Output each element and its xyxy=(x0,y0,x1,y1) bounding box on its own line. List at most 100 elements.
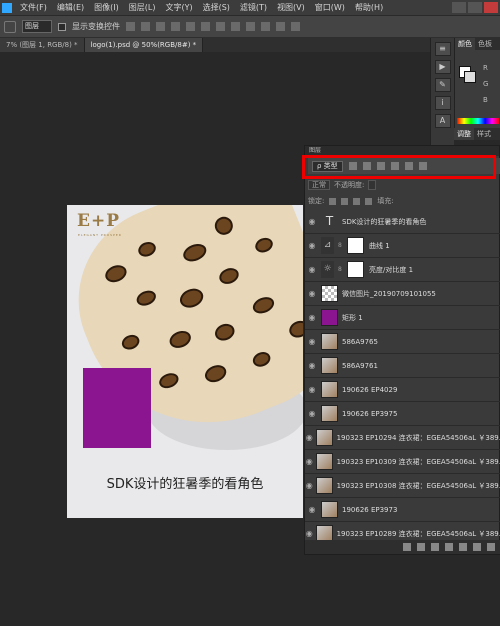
layer-name[interactable]: 亮度/对比度 1 xyxy=(369,265,413,275)
menu-layer[interactable]: 图层(L) xyxy=(124,2,161,13)
align-bottom-icon[interactable] xyxy=(156,22,165,31)
distribute-center-icon[interactable] xyxy=(231,22,240,31)
menu-help[interactable]: 帮助(H) xyxy=(350,2,388,13)
auto-select-dropdown[interactable]: 图层 xyxy=(22,20,52,33)
menu-edit[interactable]: 编辑(E) xyxy=(52,2,89,13)
opacity-field[interactable] xyxy=(368,180,377,190)
layer-row[interactable]: ◉ 190323 EP10289 连衣裙：EGEA54506aL ￥389. xyxy=(305,522,500,540)
new-layer-icon[interactable] xyxy=(473,543,481,551)
layer-name[interactable]: 586A9761 xyxy=(342,362,378,370)
layer-thumbnail[interactable] xyxy=(321,357,338,374)
3d-rotate-icon[interactable] xyxy=(276,22,285,31)
minimize-button[interactable] xyxy=(452,2,466,13)
visibility-eye-icon[interactable]: ◉ xyxy=(305,529,314,538)
layer-name[interactable]: 190323 EP10308 连衣裙：EGEA54506aL ￥389. xyxy=(337,481,500,491)
layer-row[interactable]: ◉ 矩形 1 xyxy=(305,306,500,330)
layer-thumbnail[interactable] xyxy=(315,429,333,446)
layer-name[interactable]: 190626 EP4029 xyxy=(342,386,397,394)
layer-thumbnail[interactable] xyxy=(321,285,338,302)
menu-type[interactable]: 文字(Y) xyxy=(160,2,197,13)
layer-row[interactable]: ◉ 586A9765 xyxy=(305,330,500,354)
layer-row[interactable]: ◉ 190626 EP3975 xyxy=(305,402,500,426)
visibility-eye-icon[interactable]: ◉ xyxy=(305,457,314,466)
visibility-eye-icon[interactable]: ◉ xyxy=(305,481,314,490)
photoshop-logo-icon[interactable] xyxy=(2,2,12,13)
layer-thumbnail[interactable]: ⊿ xyxy=(321,237,334,254)
brush-preset-icon[interactable]: ✎ xyxy=(434,78,451,92)
tab-adjustments[interactable]: 调整 xyxy=(454,128,474,140)
layer-row[interactable]: ◉ T SDK设计的狂暑季的看角色 xyxy=(305,210,500,234)
document-canvas[interactable]: E+P ELEGANT PROSPER SDK设计的狂暑季的看角色 xyxy=(67,205,303,518)
layer-thumbnail[interactable] xyxy=(321,333,338,350)
layer-row[interactable]: ◉ 190323 EP10308 连衣裙：EGEA54506aL ￥389. xyxy=(305,474,500,498)
layer-name[interactable]: 矩形 1 xyxy=(342,313,363,323)
align-middle-icon[interactable] xyxy=(141,22,150,31)
layer-thumbnail[interactable] xyxy=(315,525,333,540)
3d-mode-icon[interactable] xyxy=(261,22,270,31)
visibility-eye-icon[interactable]: ◉ xyxy=(305,505,319,514)
3d-pan-icon[interactable] xyxy=(291,22,300,31)
mask-link-icon[interactable]: 8 xyxy=(338,266,344,273)
layer-row[interactable]: ◉ 190626 EP3973 xyxy=(305,498,500,522)
visibility-eye-icon[interactable]: ◉ xyxy=(305,361,319,370)
blend-mode-dropdown[interactable]: 正常 xyxy=(308,180,330,190)
menu-file[interactable]: 文件(F) xyxy=(15,2,52,13)
tab-swatches[interactable]: 色板 xyxy=(475,38,495,50)
layer-thumbnail[interactable] xyxy=(321,381,338,398)
add-mask-icon[interactable] xyxy=(431,543,439,551)
layer-row[interactable]: ◉ 190323 EP10294 连衣裙：EGEA54506aL ￥389. xyxy=(305,426,500,450)
layer-name[interactable]: 190323 EP10289 连衣裙：EGEA54506aL ￥389. xyxy=(337,529,500,539)
layer-name[interactable]: 190626 EP3975 xyxy=(342,410,397,418)
lock-position-icon[interactable] xyxy=(353,197,361,205)
layer-name[interactable]: 586A9765 xyxy=(342,338,378,346)
tab-logo-psd[interactable]: logo(1).psd @ 50%(RGB/8#) * xyxy=(84,38,204,52)
layer-row[interactable]: ◉ 190323 EP10309 连衣裙：EGEA54506aL ￥389. xyxy=(305,450,500,474)
distribute-bottom-icon[interactable] xyxy=(246,22,255,31)
link-layers-icon[interactable] xyxy=(403,543,411,551)
visibility-eye-icon[interactable]: ◉ xyxy=(305,409,319,418)
info-icon[interactable]: i xyxy=(434,96,451,110)
history-icon[interactable]: ≡ xyxy=(434,42,451,56)
lock-transparent-icon[interactable] xyxy=(329,197,337,205)
new-adjustment-icon[interactable] xyxy=(445,543,453,551)
maximize-button[interactable] xyxy=(468,2,482,13)
layer-name[interactable]: SDK设计的狂暑季的看角色 xyxy=(342,217,426,227)
color-spectrum[interactable] xyxy=(457,118,499,124)
layer-mask-thumbnail[interactable] xyxy=(347,237,364,254)
delete-layer-icon[interactable] xyxy=(487,543,495,551)
layer-thumbnail[interactable] xyxy=(321,405,338,422)
background-color-swatch[interactable] xyxy=(464,71,476,83)
layer-thumbnail[interactable]: T xyxy=(321,213,338,230)
visibility-eye-icon[interactable]: ◉ xyxy=(305,337,319,346)
layer-mask-thumbnail[interactable] xyxy=(347,261,364,278)
character-icon[interactable]: A xyxy=(434,114,451,128)
visibility-eye-icon[interactable]: ◉ xyxy=(305,289,319,298)
visibility-eye-icon[interactable]: ◉ xyxy=(305,433,314,442)
layer-name[interactable]: 190323 EP10294 连衣裙：EGEA54506aL ￥389. xyxy=(337,433,500,443)
align-left-icon[interactable] xyxy=(171,22,180,31)
play-action-icon[interactable]: ▶ xyxy=(434,60,451,74)
layer-row[interactable]: ◉ ⊿ 8 曲线 1 xyxy=(305,234,500,258)
menu-select[interactable]: 选择(S) xyxy=(198,2,235,13)
layer-thumbnail[interactable] xyxy=(315,453,333,470)
visibility-eye-icon[interactable]: ◉ xyxy=(305,241,319,250)
layer-thumbnail[interactable] xyxy=(321,309,338,326)
layer-row[interactable]: ◉ ☼ 8 亮度/对比度 1 xyxy=(305,258,500,282)
align-top-icon[interactable] xyxy=(126,22,135,31)
layer-thumbnail[interactable] xyxy=(321,501,338,518)
visibility-eye-icon[interactable]: ◉ xyxy=(305,313,319,322)
menu-view[interactable]: 视图(V) xyxy=(272,2,310,13)
lock-all-icon[interactable] xyxy=(365,197,373,205)
layer-name[interactable]: 190323 EP10309 连衣裙：EGEA54506aL ￥389. xyxy=(337,457,500,467)
mask-link-icon[interactable]: 8 xyxy=(338,242,344,249)
menu-image[interactable]: 图像(I) xyxy=(89,2,124,13)
tab-document-1[interactable]: 7% (图层 1, RGB/8) * xyxy=(0,38,85,52)
show-transform-checkbox[interactable] xyxy=(58,22,66,31)
layer-thumbnail[interactable]: ☼ xyxy=(321,261,334,278)
layer-name[interactable]: 190626 EP3973 xyxy=(342,506,397,514)
align-right-icon[interactable] xyxy=(201,22,210,31)
distribute-icon[interactable] xyxy=(216,22,225,31)
fx-icon[interactable] xyxy=(417,543,425,551)
visibility-eye-icon[interactable]: ◉ xyxy=(305,217,319,226)
new-group-icon[interactable] xyxy=(459,543,467,551)
